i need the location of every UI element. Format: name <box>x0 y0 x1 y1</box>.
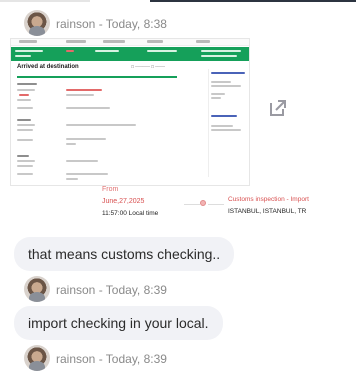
tracking-pin-icon <box>200 200 206 206</box>
avatar[interactable] <box>24 276 50 302</box>
avatar[interactable] <box>24 345 50 371</box>
attachment-screenshot[interactable]: Arrived at destination ☐ ────── ☐ ──── <box>10 38 250 186</box>
tracking-date: June,27,2025 <box>102 198 145 205</box>
tracking-status: Customs inspection - Import <box>228 196 309 203</box>
thumb-nav-bar <box>11 39 249 46</box>
message-meta: rainson - Today, 8:39 <box>56 283 167 297</box>
thumb-side-panel <box>208 69 248 177</box>
message-meta: rainson - Today, 8:39 <box>56 352 167 366</box>
avatar[interactable] <box>24 10 50 36</box>
message-bubble: import checking in your local. <box>14 306 223 340</box>
message-bubble: that means customs checking.. <box>14 237 235 271</box>
tracking-from-label: From <box>102 186 119 193</box>
open-in-new-icon[interactable] <box>268 98 288 118</box>
thumb-title: Arrived at destination <box>17 64 79 70</box>
thumb-options: ☐ ────── ☐ ──── <box>131 65 165 69</box>
top-divider <box>0 0 356 2</box>
thumb-status-header <box>11 47 249 61</box>
tracking-local-time: 11:57:00 Local time <box>102 210 159 217</box>
thumb-progress <box>17 76 177 78</box>
tracking-event: From June,27,2025 11:57:00 Local time Cu… <box>94 186 356 226</box>
tracking-location: ISTANBUL, ISTANBUL, TR <box>228 208 307 215</box>
message-meta: rainson - Today, 8:38 <box>56 17 167 31</box>
